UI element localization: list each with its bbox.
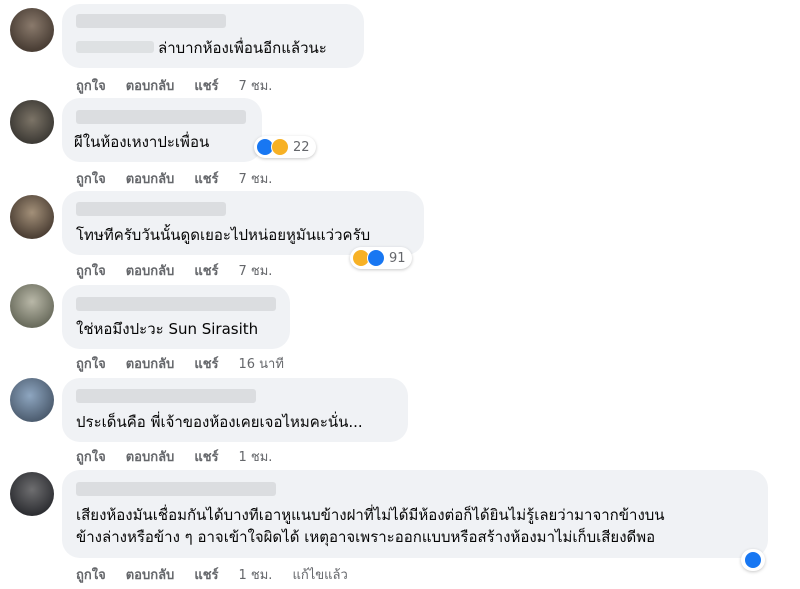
reaction-summary[interactable] xyxy=(741,549,765,571)
timestamp[interactable]: 7 ชม. xyxy=(239,75,273,96)
edited-label: แก้ไขแล้ว xyxy=(292,568,348,583)
comment-actions: ถูกใจ ตอบกลับ แชร์ 7 ชม. xyxy=(76,168,292,189)
like-link[interactable]: ถูกใจ xyxy=(76,260,106,281)
share-link[interactable]: แชร์ xyxy=(194,75,218,96)
reply-link[interactable]: ตอบกลับ xyxy=(126,260,175,281)
reaction-count: 22 xyxy=(293,139,310,155)
like-link[interactable]: ถูกใจ xyxy=(76,75,106,96)
reply-link[interactable]: ตอบกลับ xyxy=(126,564,175,585)
reaction-count: 91 xyxy=(389,250,406,266)
comment-text-line-2: ข้างล่างหรือข้าง ๆ อาจเข้าใจผิดได้ เหตุอ… xyxy=(76,528,656,546)
comment-actions: ถูกใจ ตอบกลับ แชร์ 1 ชม. แก้ไขแล้ว xyxy=(76,564,368,585)
avatar[interactable] xyxy=(10,472,54,516)
timestamp[interactable]: 1 ชม. xyxy=(239,446,273,467)
comment-bubble: ใช่หอมึงปะวะ Sun Sirasith xyxy=(62,285,290,349)
share-link[interactable]: แชร์ xyxy=(194,168,218,189)
avatar[interactable] xyxy=(10,195,54,239)
avatar[interactable] xyxy=(10,284,54,328)
reaction-summary[interactable]: 91 xyxy=(350,247,412,269)
like-link[interactable]: ถูกใจ xyxy=(76,353,106,374)
share-link[interactable]: แชร์ xyxy=(194,446,218,467)
like-link[interactable]: ถูกใจ xyxy=(76,446,106,467)
blurred-author-name[interactable] xyxy=(76,110,246,124)
blurred-author-name[interactable] xyxy=(76,482,276,496)
comment-actions: ถูกใจ ตอบกลับ แชร์ 7 ชม. xyxy=(76,75,292,96)
comment-bubble: ผีในห้องเหงาปะเพื่อน xyxy=(62,98,262,162)
comment-actions: ถูกใจ ตอบกลับ แชร์ 1 ชม. xyxy=(76,446,292,467)
comment-bubble: โทษทีครับวันนั้นดูดเยอะไปหน่อยหูมันแว่วค… xyxy=(62,191,424,255)
like-link[interactable]: ถูกใจ xyxy=(76,168,106,189)
blurred-author-name[interactable] xyxy=(76,202,226,216)
avatar[interactable] xyxy=(10,100,54,144)
timestamp[interactable]: 16 นาที xyxy=(239,353,284,374)
blurred-text xyxy=(76,41,154,53)
comment-actions: ถูกใจ ตอบกลับ แชร์ 16 นาที xyxy=(76,353,304,374)
reaction-summary[interactable]: 22 xyxy=(254,136,316,158)
reply-link[interactable]: ตอบกลับ xyxy=(126,168,175,189)
blurred-author-name[interactable] xyxy=(76,389,256,403)
share-link[interactable]: แชร์ xyxy=(194,353,218,374)
timestamp[interactable]: 1 ชม. xyxy=(239,564,273,585)
comment-text: ผีในห้องเหงาปะเพื่อน xyxy=(74,133,210,151)
timestamp[interactable]: 7 ชม. xyxy=(239,260,273,281)
timestamp[interactable]: 7 ชม. xyxy=(239,168,273,189)
reply-link[interactable]: ตอบกลับ xyxy=(126,446,175,467)
reply-link[interactable]: ตอบกลับ xyxy=(126,75,175,96)
like-icon xyxy=(367,249,385,267)
reply-link[interactable]: ตอบกลับ xyxy=(126,353,175,374)
share-link[interactable]: แชร์ xyxy=(194,260,218,281)
comment-text: ใช่หอมึงปะวะ Sun Sirasith xyxy=(76,320,259,338)
like-icon xyxy=(744,551,762,569)
comment-bubble: ประเด็นคือ พี่เจ้าของห้องเคยเจอไหมคะนั่น… xyxy=(62,378,408,442)
avatar[interactable] xyxy=(10,8,54,52)
comment-text: ล่าบากห้องเพื่อนอีกแล้วนะ xyxy=(158,39,327,57)
comment-text-line-1: เสียงห้องมันเชื่อมกันได้บางทีเอาหูแนบข้า… xyxy=(76,506,665,524)
like-link[interactable]: ถูกใจ xyxy=(76,564,106,585)
blurred-author-name[interactable] xyxy=(76,14,226,28)
comment-bubble: เสียงห้องมันเชื่อมกันได้บางทีเอาหูแนบข้า… xyxy=(62,470,768,558)
share-link[interactable]: แชร์ xyxy=(194,564,218,585)
comment-text: โทษทีครับวันนั้นดูดเยอะไปหน่อยหูมันแว่วค… xyxy=(76,226,371,244)
comment-text: ประเด็นคือ พี่เจ้าของห้องเคยเจอไหมคะนั่น… xyxy=(76,413,363,431)
blurred-author-name[interactable] xyxy=(76,297,276,311)
comment-actions: ถูกใจ ตอบกลับ แชร์ 7 ชม. xyxy=(76,260,292,281)
comment-bubble: ล่าบากห้องเพื่อนอีกแล้วนะ xyxy=(62,4,364,68)
avatar[interactable] xyxy=(10,378,54,422)
haha-icon xyxy=(271,138,289,156)
